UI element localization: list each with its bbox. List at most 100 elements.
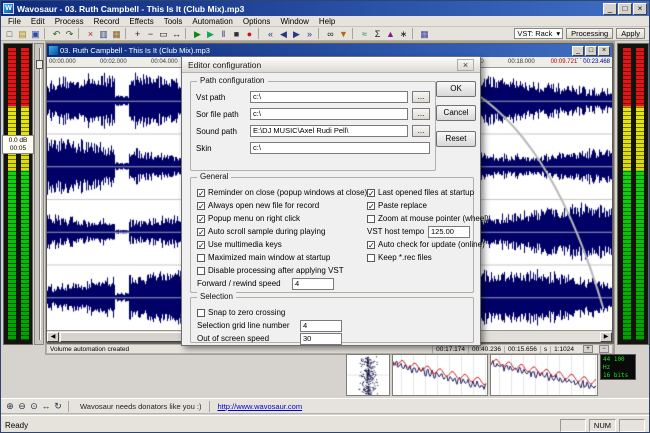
dialog-titlebar[interactable]: Editor configuration ×: [182, 57, 480, 73]
forward-icon[interactable]: ▶: [291, 28, 303, 40]
reset-button[interactable]: Reset: [436, 131, 476, 147]
checkbox-popup-menu-on-right-click[interactable]: ✓: [197, 215, 205, 223]
insert-marker-icon[interactable]: ▼: [338, 28, 350, 40]
checkbox-disable-processing-after-applying-vst[interactable]: [197, 267, 205, 275]
vertical-zoom-out-icon[interactable]: −: [599, 345, 609, 353]
menu-item-process[interactable]: Process: [50, 16, 89, 27]
menu-item-file[interactable]: File: [3, 16, 26, 27]
settings-icon[interactable]: ∗: [398, 28, 410, 40]
save-file-icon[interactable]: ▣: [30, 28, 42, 40]
checkbox-auto-scroll-sample-during-playing[interactable]: ✓: [197, 228, 205, 236]
normalize-icon[interactable]: ≈: [359, 28, 371, 40]
zoom-out-icon[interactable]: −: [145, 28, 157, 40]
browse-button[interactable]: ...: [412, 125, 430, 137]
selection-grid-line-number-input[interactable]: 4: [300, 320, 342, 332]
wavosaur-link[interactable]: http://www.wavosaur.com: [217, 402, 302, 411]
stop-icon[interactable]: ■: [231, 28, 243, 40]
option-row: VST host tempo125.00: [367, 225, 473, 238]
skin-input[interactable]: c:\: [250, 142, 430, 154]
menu-item-options[interactable]: Options: [238, 16, 276, 27]
document-minimize-button[interactable]: _: [572, 46, 584, 56]
dialog-close-icon[interactable]: ×: [457, 59, 474, 71]
checkbox-paste-replace[interactable]: ✓: [367, 202, 375, 210]
zoom-in-icon[interactable]: ⊕: [4, 400, 16, 412]
ok-button[interactable]: OK: [436, 81, 476, 97]
checkbox-always-open-new-file-for-record[interactable]: ✓: [197, 202, 205, 210]
statistics-icon[interactable]: Σ: [372, 28, 384, 40]
scroll-left-icon[interactable]: ◀: [47, 332, 59, 342]
vst-path-input[interactable]: c:\: [250, 91, 408, 103]
sor-file-path-input[interactable]: c:\: [250, 108, 408, 120]
vertical-zoom-in-icon[interactable]: +: [583, 345, 593, 353]
minimize-button[interactable]: _: [603, 3, 617, 15]
cut-icon[interactable]: ×: [85, 28, 97, 40]
go-end-icon[interactable]: »: [304, 28, 316, 40]
checkbox-maximized-main-window-at-startup[interactable]: [197, 254, 205, 262]
zoom-all-icon[interactable]: ↔: [171, 28, 183, 40]
checkbox-keep-rec-files[interactable]: [367, 254, 375, 262]
option-row: Keep *.rec files: [367, 251, 473, 264]
vst-rack-icon[interactable]: ▦: [419, 28, 431, 40]
play-icon[interactable]: ▶: [192, 28, 204, 40]
goniometer-display: [347, 355, 389, 395]
zoom-out-icon[interactable]: ⊖: [16, 400, 28, 412]
menu-item-window[interactable]: Window: [275, 16, 313, 27]
paste-icon[interactable]: ▦: [111, 28, 123, 40]
forward-rewind-speed-input[interactable]: 4: [292, 278, 334, 290]
checkbox-reminder-on-close-popup-windows-at-close[interactable]: ✓: [197, 189, 205, 197]
menu-item-record[interactable]: Record: [89, 16, 125, 27]
browse-button[interactable]: ...: [412, 108, 430, 120]
processing-button[interactable]: Processing: [566, 28, 613, 39]
loop-icon[interactable]: ∞: [325, 28, 337, 40]
spectrum-icon[interactable]: ▲: [385, 28, 397, 40]
checkbox-label: Zoom at mouse pointer (wheel): [378, 214, 489, 223]
vst-host-tempo-input[interactable]: 125.00: [428, 226, 470, 238]
apply-button[interactable]: Apply: [616, 28, 645, 39]
checkbox-use-multimedia-keys[interactable]: ✓: [197, 241, 205, 249]
zoom-selection-icon[interactable]: ▭: [158, 28, 170, 40]
maximize-button[interactable]: □: [618, 3, 632, 15]
menu-item-effects[interactable]: Effects: [124, 16, 158, 27]
play-loop-icon[interactable]: ▶: [205, 28, 217, 40]
document-maximize-button[interactable]: □: [585, 46, 597, 56]
browse-button[interactable]: ...: [412, 91, 430, 103]
checkbox-auto-check-for-update-online[interactable]: ✓: [367, 241, 375, 249]
redo-icon[interactable]: ↷: [64, 28, 76, 40]
zoom-in-icon[interactable]: +: [132, 28, 144, 40]
go-start-icon[interactable]: «: [265, 28, 277, 40]
checkbox-zoom-at-mouse-pointer-wheel[interactable]: [367, 215, 375, 223]
cancel-button[interactable]: Cancel: [436, 105, 476, 121]
checkbox-snap-to-zero-crossing[interactable]: [197, 309, 205, 317]
fader-groove: [39, 48, 41, 340]
undo-icon[interactable]: ↶: [51, 28, 63, 40]
record-icon[interactable]: ●: [244, 28, 256, 40]
app-icon: W: [3, 3, 14, 14]
status-field: 00:40.236: [468, 346, 504, 353]
bit-depth-label: 16 bits: [603, 372, 633, 380]
vst-rack-combo[interactable]: VST: Rack▾: [514, 28, 563, 39]
zoom-all-icon[interactable]: ↔: [40, 400, 52, 412]
refresh-icon[interactable]: ↻: [52, 400, 64, 412]
scroll-right-icon[interactable]: ▶: [600, 332, 612, 342]
chevron-down-icon: ▾: [556, 29, 560, 38]
sound-path-input[interactable]: E:\DJ MUSIC\Axel Rudi Pell\: [250, 125, 408, 137]
checkbox-label: Popup menu on right click: [208, 214, 300, 223]
close-button[interactable]: ×: [633, 3, 647, 15]
menu-item-edit[interactable]: Edit: [26, 16, 50, 27]
option-row: ✓Last opened files at startup: [367, 186, 473, 199]
volume-fader[interactable]: [34, 43, 44, 345]
fader-handle[interactable]: [36, 60, 43, 69]
menu-item-tools[interactable]: Tools: [159, 16, 188, 27]
pause-icon[interactable]: ‖: [218, 28, 230, 40]
open-file-icon[interactable]: ▤: [17, 28, 29, 40]
zoom-selection-icon[interactable]: ⊙: [28, 400, 40, 412]
menu-item-automation[interactable]: Automation: [187, 16, 237, 27]
path-row: Sor file pathc:\...: [196, 108, 430, 120]
checkbox-last-opened-files-at-startup[interactable]: ✓: [367, 189, 375, 197]
copy-icon[interactable]: ▥: [98, 28, 110, 40]
rewind-icon[interactable]: ◀: [278, 28, 290, 40]
new-file-icon[interactable]: □: [4, 28, 16, 40]
document-close-button[interactable]: ×: [598, 46, 610, 56]
out-of-screen-speed-input[interactable]: 30: [300, 333, 342, 345]
menu-item-help[interactable]: Help: [314, 16, 340, 27]
